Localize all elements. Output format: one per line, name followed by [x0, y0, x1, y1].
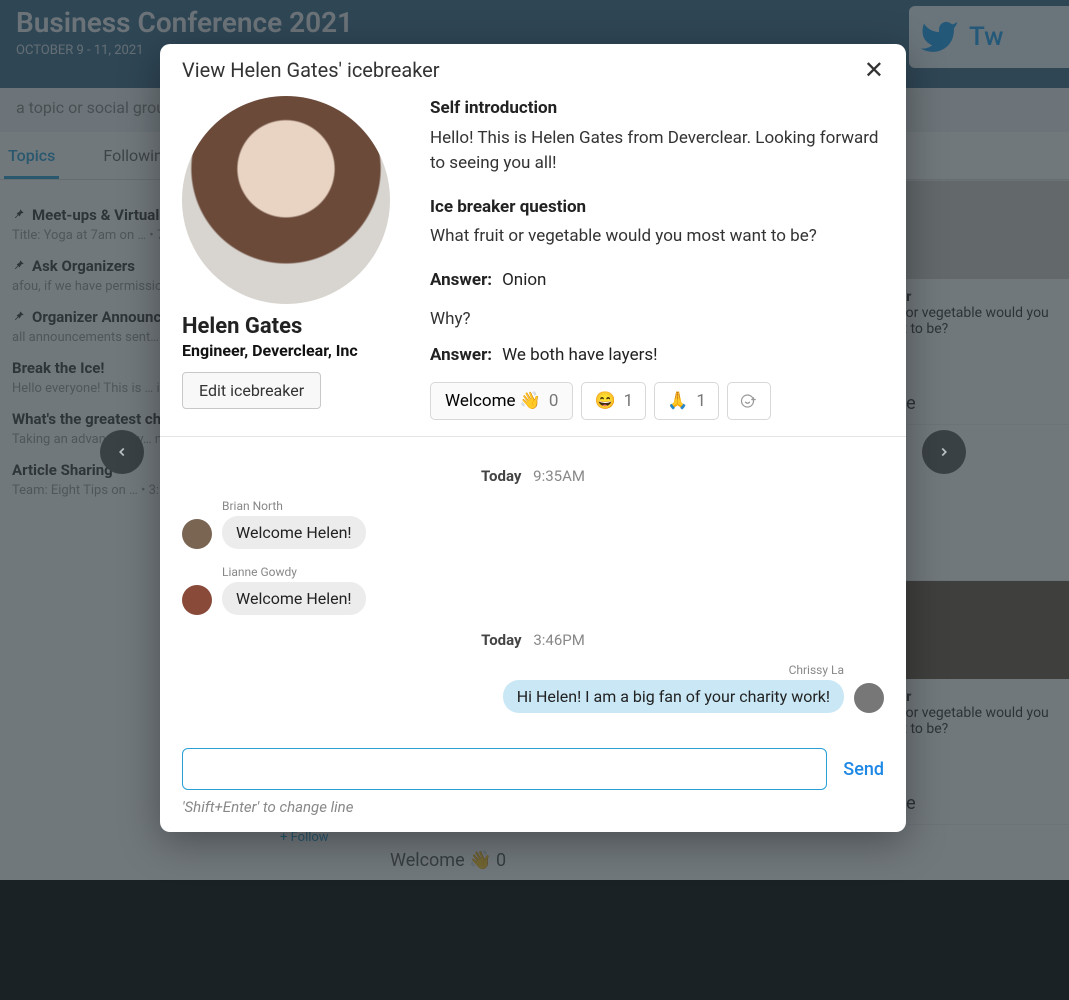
reaction-count: 0 [549, 391, 559, 411]
answer-label: Answer: [430, 268, 492, 294]
timestamp: Today 9:35AM [182, 467, 884, 485]
input-hint: 'Shift+Enter' to change line [182, 798, 884, 816]
modal-title: View Helen Gates' icebreaker [182, 58, 440, 82]
timestamp-time: 9:35AM [533, 467, 585, 485]
add-reaction-button[interactable] [727, 382, 771, 420]
avatar [182, 519, 212, 549]
timestamp: Today 3:46PM [182, 631, 884, 649]
self-intro-heading: Self introduction [430, 96, 884, 122]
smiley-plus-icon [740, 392, 758, 410]
reaction-count: 1 [696, 391, 706, 411]
self-intro-text: Hello! This is Helen Gates from Devercle… [430, 126, 884, 177]
reaction-count: 1 [624, 391, 634, 411]
profile-column: Helen Gates Engineer, Deverclear, Inc Ed… [182, 96, 402, 420]
avatar [182, 96, 390, 304]
chat-message: Brian North Welcome Helen! [182, 499, 884, 549]
reaction-smile[interactable]: 😄 1 [581, 382, 646, 420]
modal-top: Helen Gates Engineer, Deverclear, Inc Ed… [160, 96, 906, 437]
avatar [854, 683, 884, 713]
message-bubble: Hi Helen! I am a big fan of your charity… [503, 680, 844, 713]
message-author: Lianne Gowdy [222, 565, 366, 579]
modal-header: View Helen Gates' icebreaker ✕ [160, 44, 906, 96]
reaction-pray[interactable]: 🙏 1 [654, 382, 719, 420]
timestamp-day: Today [481, 467, 521, 485]
reaction-label: 😄 [594, 391, 615, 411]
answer-row: Answer: We both have layers! [430, 343, 884, 369]
answer-value: We both have layers! [502, 343, 657, 369]
message-author: Chrissy La [789, 663, 844, 677]
timestamp-time: 3:46PM [533, 631, 584, 649]
chat-composer: Send 'Shift+Enter' to change line [160, 742, 906, 832]
answer-value: Onion [502, 268, 546, 294]
close-icon: ✕ [864, 56, 884, 84]
profile-name: Helen Gates [182, 314, 402, 339]
info-column: Self introduction Hello! This is Helen G… [430, 96, 884, 420]
message-input[interactable] [182, 748, 827, 790]
edit-icebreaker-button[interactable]: Edit icebreaker [182, 372, 321, 409]
message-bubble: Welcome Helen! [222, 582, 366, 615]
profile-role: Engineer, Deverclear, Inc [182, 341, 402, 360]
chat-message-outgoing: Chrissy La Hi Helen! I am a big fan of y… [182, 663, 884, 713]
reaction-label: 🙏 [667, 391, 688, 411]
reactions-bar: Welcome 👋 0 😄 1 🙏 1 [430, 382, 884, 420]
message-author: Brian North [222, 499, 366, 513]
timestamp-day: Today [481, 631, 521, 649]
reaction-label: Welcome 👋 [445, 391, 541, 411]
send-button[interactable]: Send [843, 759, 884, 780]
chat-message: Lianne Gowdy Welcome Helen! [182, 565, 884, 615]
why-label: Why? [430, 307, 884, 333]
question-text: What fruit or vegetable would you most w… [430, 224, 884, 250]
reaction-welcome[interactable]: Welcome 👋 0 [430, 382, 573, 420]
answer-row: Answer: Onion [430, 268, 884, 294]
icebreaker-modal: View Helen Gates' icebreaker ✕ Helen Gat… [160, 44, 906, 832]
avatar [182, 585, 212, 615]
close-button[interactable]: ✕ [864, 58, 884, 82]
answer-label: Answer: [430, 343, 492, 369]
message-bubble: Welcome Helen! [222, 516, 366, 549]
chat-thread: Today 9:35AM Brian North Welcome Helen! … [160, 437, 906, 742]
question-heading: Ice breaker question [430, 195, 884, 221]
